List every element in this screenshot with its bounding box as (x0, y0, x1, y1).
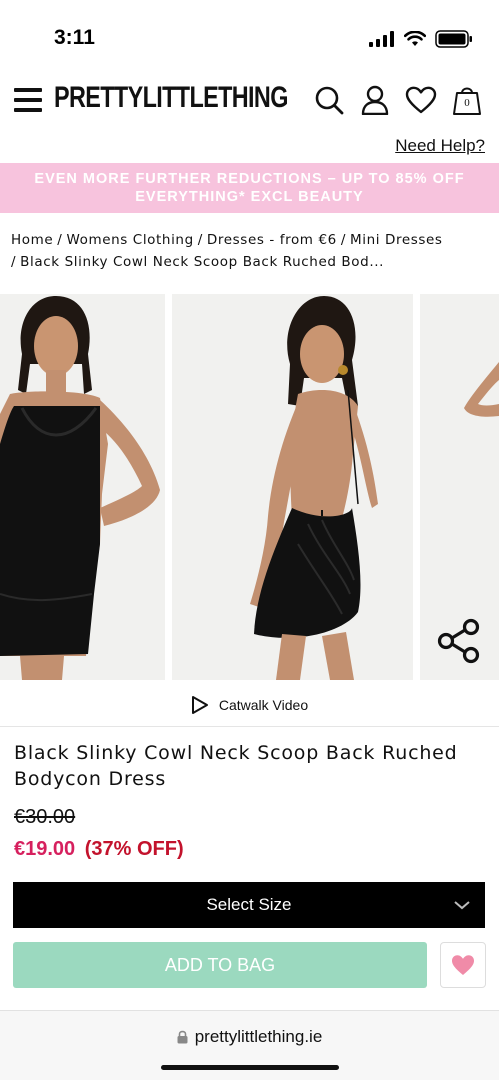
sale-price: €19.00 (14, 838, 76, 860)
play-icon (191, 696, 208, 714)
search-icon[interactable] (313, 84, 345, 116)
browser-url-bar[interactable]: prettylittlething.ie (0, 1010, 499, 1080)
status-icons (369, 30, 473, 48)
url-display[interactable]: prettylittlething.ie (0, 1027, 499, 1047)
breadcrumb-mini-dresses[interactable]: Mini Dresses (350, 232, 443, 248)
breadcrumb-dresses[interactable]: Dresses - from €6 (207, 232, 337, 248)
breadcrumb-womens-clothing[interactable]: Womens Clothing (66, 232, 193, 248)
status-bar: 3:11 (0, 0, 499, 70)
signal-icon (369, 31, 394, 47)
catwalk-video-button[interactable]: Catwalk Video (0, 692, 499, 718)
breadcrumb-home[interactable]: Home (11, 232, 53, 248)
share-icon[interactable] (437, 618, 483, 664)
lock-icon (177, 1030, 188, 1044)
need-help-link[interactable]: Need Help? (395, 136, 485, 156)
promo-banner[interactable]: EVEN MORE FURTHER REDUCTIONS – UP TO 85%… (0, 163, 499, 213)
promo-line-2: EVERYTHING* EXCL BEAUTY (135, 189, 364, 205)
product-image-front[interactable] (0, 294, 165, 680)
product-title: Black Slinky Cowl Neck Scoop Back Ruched… (14, 742, 458, 790)
discount-label: (37% OFF) (84, 838, 184, 860)
breadcrumb-current: Black Slinky Cowl Neck Scoop Back Ruched… (20, 254, 384, 270)
product-image-back[interactable] (172, 294, 413, 680)
site-header: PRETTYLITTLETHING 0 (0, 70, 499, 132)
menu-icon[interactable] (14, 88, 42, 112)
bag-count: 0 (464, 97, 470, 109)
original-price: €30.00 (14, 806, 76, 828)
catwalk-video-label: Catwalk Video (218, 697, 309, 713)
chevron-down-icon (454, 901, 470, 910)
url-text: prettylittlething.ie (194, 1027, 323, 1046)
wishlist-button[interactable] (440, 942, 486, 988)
breadcrumb: Home / Womens Clothing / Dresses - from €6/M… (11, 232, 443, 270)
battery-icon (435, 30, 472, 48)
divider (0, 726, 499, 727)
heart-icon[interactable] (405, 84, 437, 116)
add-to-bag-button[interactable]: ADD TO BAG (13, 942, 427, 988)
home-indicator (161, 1065, 339, 1070)
bag-icon[interactable]: 0 (451, 84, 483, 116)
header-icons: 0 (313, 84, 483, 116)
status-time: 3:11 (54, 26, 95, 49)
size-select[interactable]: Select Size (13, 882, 485, 928)
account-icon[interactable] (359, 84, 391, 116)
promo-line-1: EVEN MORE FURTHER REDUCTIONS – UP TO 85%… (34, 171, 465, 187)
size-select-label: Select Size (206, 895, 292, 914)
brand-logo[interactable]: PRETTYLITTLETHING (54, 81, 288, 115)
product-gallery[interactable] (0, 294, 499, 680)
heart-filled-icon (452, 955, 474, 975)
wifi-icon (404, 31, 426, 46)
sale-price-row: €19.00 (37% OFF) (14, 838, 184, 861)
